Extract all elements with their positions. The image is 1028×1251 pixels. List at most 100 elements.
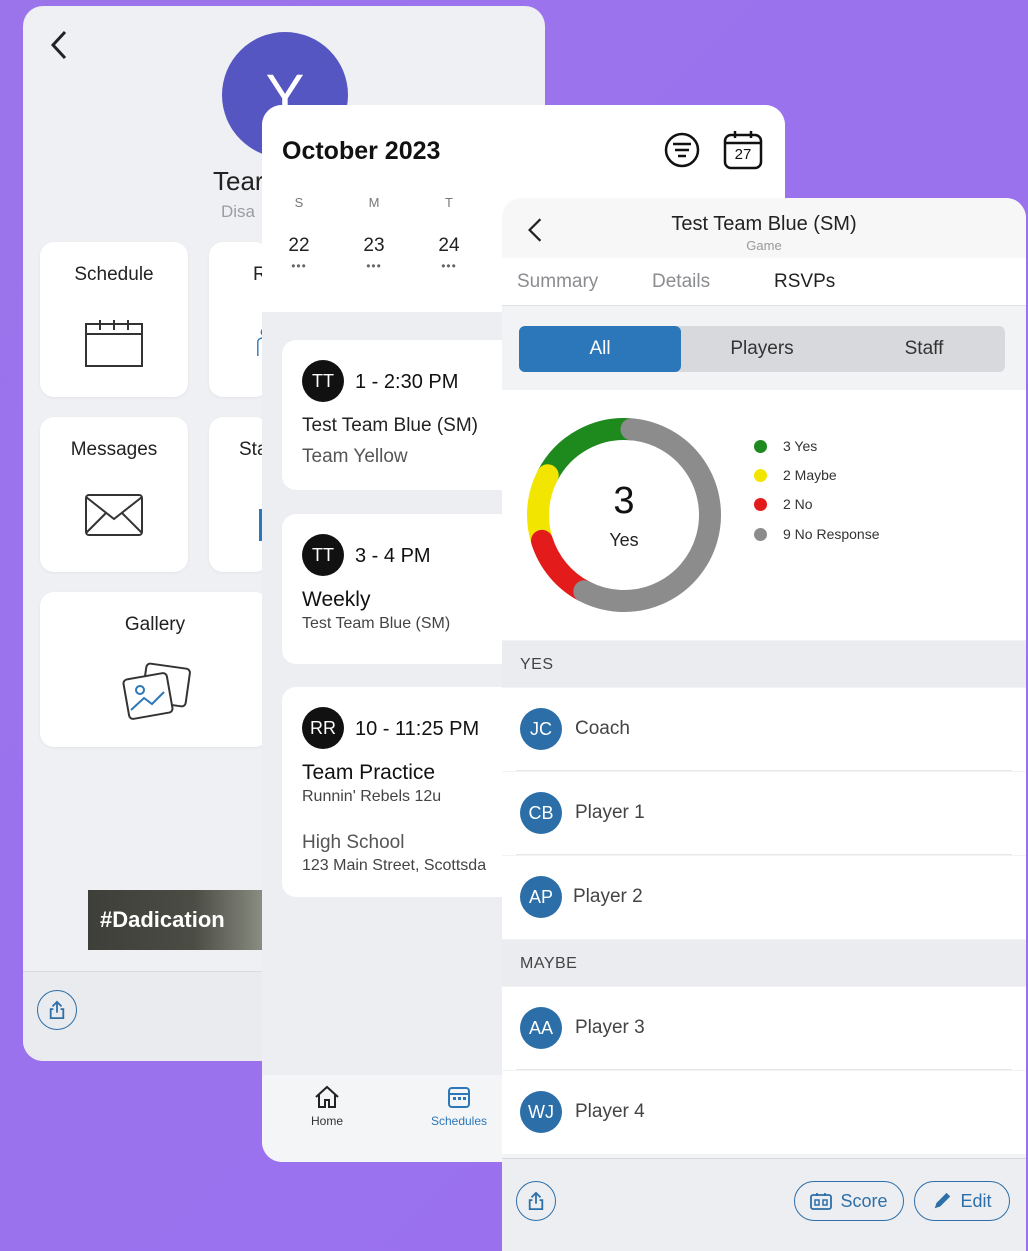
event-time: 10 - 11:25 PM [355, 718, 480, 740]
segment-staff[interactable]: Staff [843, 326, 1005, 372]
day-of-week: T [445, 195, 453, 210]
person-name: Player 1 [575, 802, 645, 823]
event-time: 3 - 4 PM [355, 545, 431, 567]
rsvp-filter: All Players Staff [519, 326, 1005, 372]
event-rsvp-screen: Test Team Blue (SM) Game Summary Details… [502, 198, 1026, 1251]
scoreboard-icon [810, 1193, 833, 1210]
event-dots: ••• [291, 259, 307, 273]
banner-text: #Dadication [100, 907, 225, 932]
score-button[interactable]: Score [794, 1181, 904, 1221]
event-team: Test Team Blue (SM) [302, 615, 451, 632]
schedule-tab-icon [448, 1087, 470, 1108]
day-number[interactable]: 24 [429, 235, 469, 257]
avatar: AA [520, 1007, 562, 1049]
legend-dot [754, 439, 767, 453]
home-icon [315, 1085, 339, 1108]
event-location: High School [302, 832, 405, 853]
event-dots: ••• [441, 259, 457, 273]
person-name: Player 2 [573, 886, 643, 907]
team-badge: RR [302, 707, 344, 749]
tab-rsvps[interactable]: RSVPs [774, 271, 835, 293]
rsvp-person-row[interactable]: CB Player 1 [502, 772, 1026, 855]
event-address: 123 Main Street, Scottsda [302, 857, 487, 874]
event-header: Test Team Blue (SM) Game [502, 198, 1026, 258]
legend-label: 9 No Response [783, 526, 880, 542]
tab-schedules[interactable]: Schedules [419, 1085, 499, 1128]
edit-button[interactable]: Edit [914, 1181, 1010, 1221]
tab-home[interactable]: Home [287, 1085, 367, 1128]
tab-summary[interactable]: Summary [517, 271, 598, 293]
rsvp-person-row[interactable]: WJ Player 4 [502, 1071, 1026, 1154]
messages-tile[interactable]: Messages [40, 417, 188, 572]
month-title: October 2023 [282, 137, 441, 165]
stats-tile[interactable]: Sta [209, 417, 269, 572]
calendar-icon [85, 320, 143, 367]
calendar-today-button[interactable]: 27 [723, 130, 763, 170]
person-name: Coach [575, 718, 630, 739]
legend-label: 3 Yes [783, 438, 818, 454]
team-subtitle: Disa [221, 202, 256, 221]
segment-all[interactable]: All [519, 326, 681, 372]
tab-label: Home [310, 1114, 343, 1128]
event-title: Team Practice [302, 761, 436, 784]
day-of-week: M [368, 195, 380, 210]
section-header-yes: YES [502, 641, 1026, 687]
event-dots: ••• [366, 259, 382, 273]
legend-dot [754, 497, 767, 511]
schedule-tile[interactable]: Schedule [40, 242, 188, 397]
section-header-maybe: MAYBE [502, 940, 1026, 986]
tile-label: Schedule [74, 264, 154, 285]
section-title: MAYBE [520, 955, 578, 972]
share-button[interactable] [516, 1181, 556, 1221]
event-footer: Score Edit [502, 1158, 1026, 1251]
donut-center-number: 3 [613, 480, 635, 522]
day-number[interactable]: 23 [354, 235, 394, 257]
section-title: YES [520, 656, 554, 673]
tab-details[interactable]: Details [652, 271, 710, 293]
day-number[interactable]: 22 [279, 235, 319, 257]
event-time: 1 - 2:30 PM [355, 371, 459, 393]
edit-label: Edit [960, 1190, 992, 1211]
event-team: Runnin' Rebels 12u [302, 788, 442, 805]
back-chevron-icon[interactable] [45, 28, 73, 62]
legend-dot [754, 468, 767, 482]
event-title: Test Team Blue (SM) [302, 415, 478, 436]
avatar: JC [520, 708, 562, 750]
event-type: Game [746, 238, 782, 253]
segment-players[interactable]: Players [681, 326, 843, 372]
gallery-tile[interactable]: Gallery [40, 592, 269, 747]
tab-label: Schedules [430, 1114, 488, 1128]
event-title: Weekly [302, 588, 371, 611]
rsvp-chart-panel: 3 Yes 3 Yes 2 Maybe 2 No 9 No Response [502, 390, 1026, 640]
tile-label: Messages [70, 439, 158, 460]
score-label: Score [840, 1190, 888, 1211]
person-name: Player 4 [575, 1101, 645, 1122]
filter-icon[interactable] [664, 132, 700, 168]
team-badge: TT [302, 360, 344, 402]
calendar-today-number: 27 [734, 146, 752, 163]
legend-item: 2 Maybe [754, 467, 837, 483]
tile-label: Gallery [124, 614, 186, 635]
row-divider [516, 770, 1012, 771]
event-opponent: Team Yellow [302, 446, 408, 467]
donut-center-label: Yes [609, 530, 639, 550]
legend-dot [754, 527, 767, 541]
promo-banner[interactable]: #Dadication [88, 890, 280, 950]
pencil-icon [935, 1192, 951, 1209]
legend-label: 2 No [783, 496, 813, 512]
row-divider [516, 854, 1012, 855]
share-icon [49, 1000, 65, 1019]
day-of-week: S [294, 195, 304, 210]
person-name: Player 3 [575, 1017, 645, 1038]
rsvp-person-row[interactable]: AA Player 3 [502, 987, 1026, 1070]
roster-tile[interactable]: R [209, 242, 269, 397]
legend-item: 2 No [754, 496, 813, 512]
rsvp-person-row[interactable]: JC Coach [502, 688, 1026, 771]
legend-label: 2 Maybe [783, 467, 837, 483]
rsvp-person-row[interactable]: AP Player 2 [502, 856, 1026, 939]
share-icon [528, 1191, 544, 1210]
event-tabs: Summary Details RSVPs [502, 258, 1026, 306]
gallery-icon [122, 662, 191, 720]
share-button[interactable] [37, 990, 77, 1030]
row-divider [516, 1069, 1012, 1070]
